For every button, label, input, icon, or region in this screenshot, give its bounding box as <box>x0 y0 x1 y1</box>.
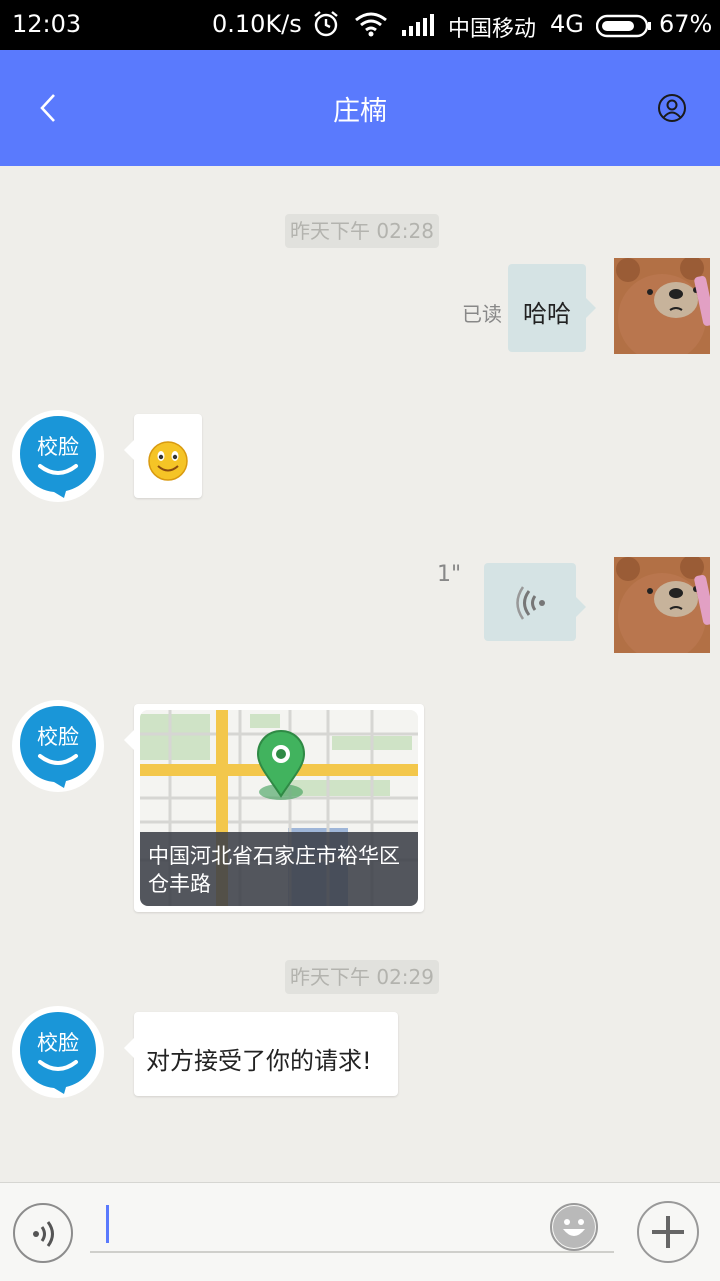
voice-wave-icon <box>516 586 545 620</box>
battery-icon <box>596 14 651 38</box>
status-time: 12:03 <box>12 10 82 38</box>
message-bubble-sent[interactable]: 哈哈 <box>508 264 596 352</box>
avatar[interactable]: 校脸 <box>12 1006 104 1098</box>
voice-message-bubble[interactable] <box>484 563 586 641</box>
app-logo: 校脸 <box>20 1012 96 1094</box>
alarm-icon <box>314 11 338 37</box>
message-input[interactable] <box>90 1197 614 1253</box>
smiley-emoji-icon <box>148 441 188 481</box>
message-bubble-received[interactable] <box>124 414 202 498</box>
emoji-face-icon <box>553 1206 595 1248</box>
bear-avatar-icon <box>614 258 710 354</box>
voice-duration: 1" <box>437 562 462 587</box>
network-speed: 0.10K/s <box>212 10 302 38</box>
message-text: 对方接受了你的请求! <box>146 1047 372 1075</box>
chat-header: 庄楠 <box>0 50 720 166</box>
avatar[interactable] <box>614 557 710 653</box>
message-bubble-received[interactable]: 对方接受了你的请求! <box>124 1012 398 1096</box>
input-bar <box>0 1182 720 1281</box>
location-message-card[interactable]: 中国河北省石家庄市裕华区 仓丰路 <box>124 704 424 912</box>
carrier-name: 中国移动 <box>448 17 537 42</box>
battery-percent: 67% <box>659 10 713 38</box>
emoji-button[interactable] <box>550 1203 598 1251</box>
location-address: 中国河北省石家庄市裕华区 仓丰路 <box>140 832 418 906</box>
app-logo: 校脸 <box>20 416 96 498</box>
map-thumbnail: 中国河北省石家庄市裕华区 仓丰路 <box>140 710 418 906</box>
app-logo: 校脸 <box>20 706 96 788</box>
timestamp: 昨天下午 02:28 <box>285 214 439 248</box>
status-bar: 12:03 0.10K/s 中国移动 4G 67% <box>0 0 720 50</box>
read-status: 已读 <box>462 302 502 326</box>
timestamp: 昨天下午 02:29 <box>285 960 439 994</box>
avatar[interactable]: 校脸 <box>12 700 104 792</box>
avatar[interactable]: 校脸 <box>12 410 104 502</box>
text-cursor <box>106 1205 109 1243</box>
plus-icon <box>652 1216 684 1248</box>
person-icon[interactable] <box>656 92 688 124</box>
avatar-label: 校脸 <box>37 435 79 459</box>
signal-icon <box>402 14 434 36</box>
network-type: 4G <box>550 10 584 38</box>
add-attachment-button[interactable] <box>637 1201 699 1263</box>
avatar[interactable] <box>614 258 710 354</box>
wifi-icon <box>355 12 387 37</box>
avatar-label: 校脸 <box>37 725 79 749</box>
voice-input-icon <box>33 1221 54 1247</box>
bear-avatar-icon <box>614 557 710 653</box>
voice-input-button[interactable] <box>13 1203 73 1263</box>
location-pin-icon <box>256 729 306 800</box>
avatar-label: 校脸 <box>37 1031 79 1055</box>
message-text: 哈哈 <box>523 300 571 328</box>
chat-title: 庄楠 <box>333 96 387 127</box>
